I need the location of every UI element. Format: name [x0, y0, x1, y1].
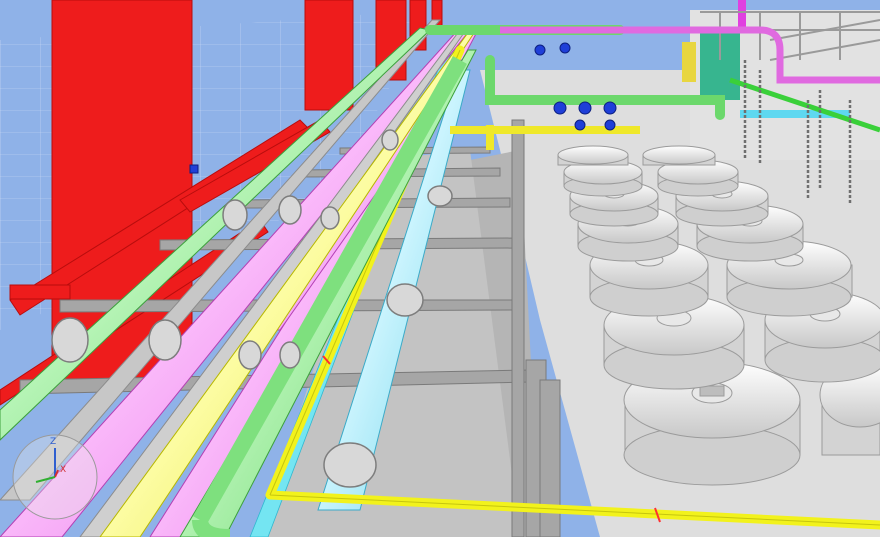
- 3d-viewport[interactable]: Z X: [0, 0, 880, 537]
- z-axis-label: Z: [50, 437, 56, 447]
- red-column-2: [304, 0, 354, 111]
- magenta-column: [738, 0, 746, 30]
- x-axis-label: X: [60, 465, 66, 475]
- tank-14: [642, 145, 716, 166]
- red-floor-edge: [9, 284, 71, 300]
- orientation-gizmo[interactable]: Z X: [8, 430, 103, 525]
- tank-13: [557, 145, 629, 166]
- yellow-panel: [682, 42, 696, 82]
- plant-3d-model[interactable]: [0, 0, 880, 537]
